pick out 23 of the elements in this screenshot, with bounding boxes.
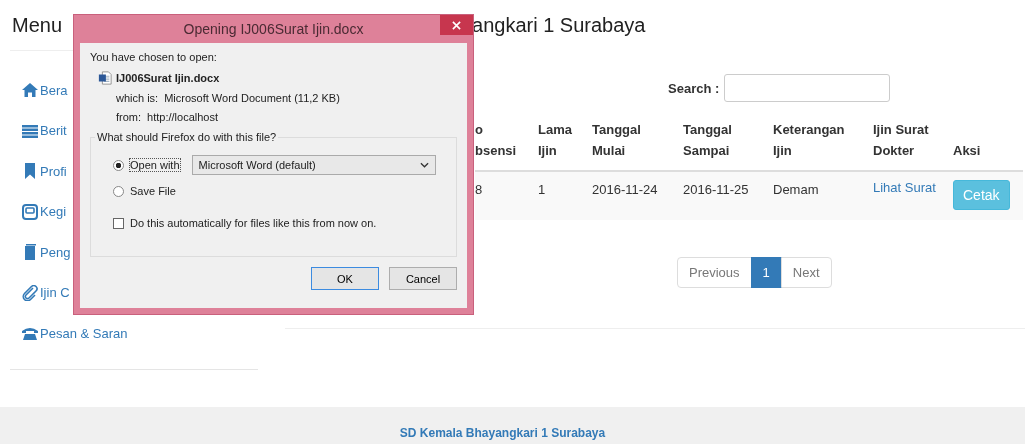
column-header: Keterangan Ijin xyxy=(773,112,873,171)
source-url: http://localhost xyxy=(147,111,218,123)
table-cell-text: Demam xyxy=(773,180,819,197)
intro-text: You have chosen to open: xyxy=(90,51,218,63)
column-header: Aksi xyxy=(953,112,1023,171)
file-name: IJ006Surat Ijin.docx xyxy=(116,72,220,84)
dialog-title: Opening IJ006Surat Ijin.docx xyxy=(183,21,364,37)
file-type: Microsoft Word Document (11,2 KB) xyxy=(164,92,340,104)
search-label: Search : xyxy=(668,80,720,96)
column-header: Tanggal Sampai xyxy=(683,112,773,171)
group-title: What should Firefox do with this file? xyxy=(95,131,279,143)
table-cell-text: 2016-11-25 xyxy=(683,180,749,197)
type-label: which is: xyxy=(116,92,159,104)
source-label: from: xyxy=(116,111,142,123)
column-header: Tanggal Mulai xyxy=(592,112,683,171)
table-cell-text: 2016-11-24 xyxy=(592,180,658,197)
column-header: Ijin Surat Dokter xyxy=(873,112,953,171)
column-header: Lama Ijin xyxy=(538,112,592,171)
page-title: angkari 1 Surabaya xyxy=(472,13,646,37)
menu-title: Menu xyxy=(12,13,63,37)
footer-text: SD Kemala Bhayangkari 1 Surabaya xyxy=(399,426,606,440)
table-cell-text: 1 xyxy=(538,180,546,197)
table-cell-text: 8 xyxy=(475,180,483,197)
